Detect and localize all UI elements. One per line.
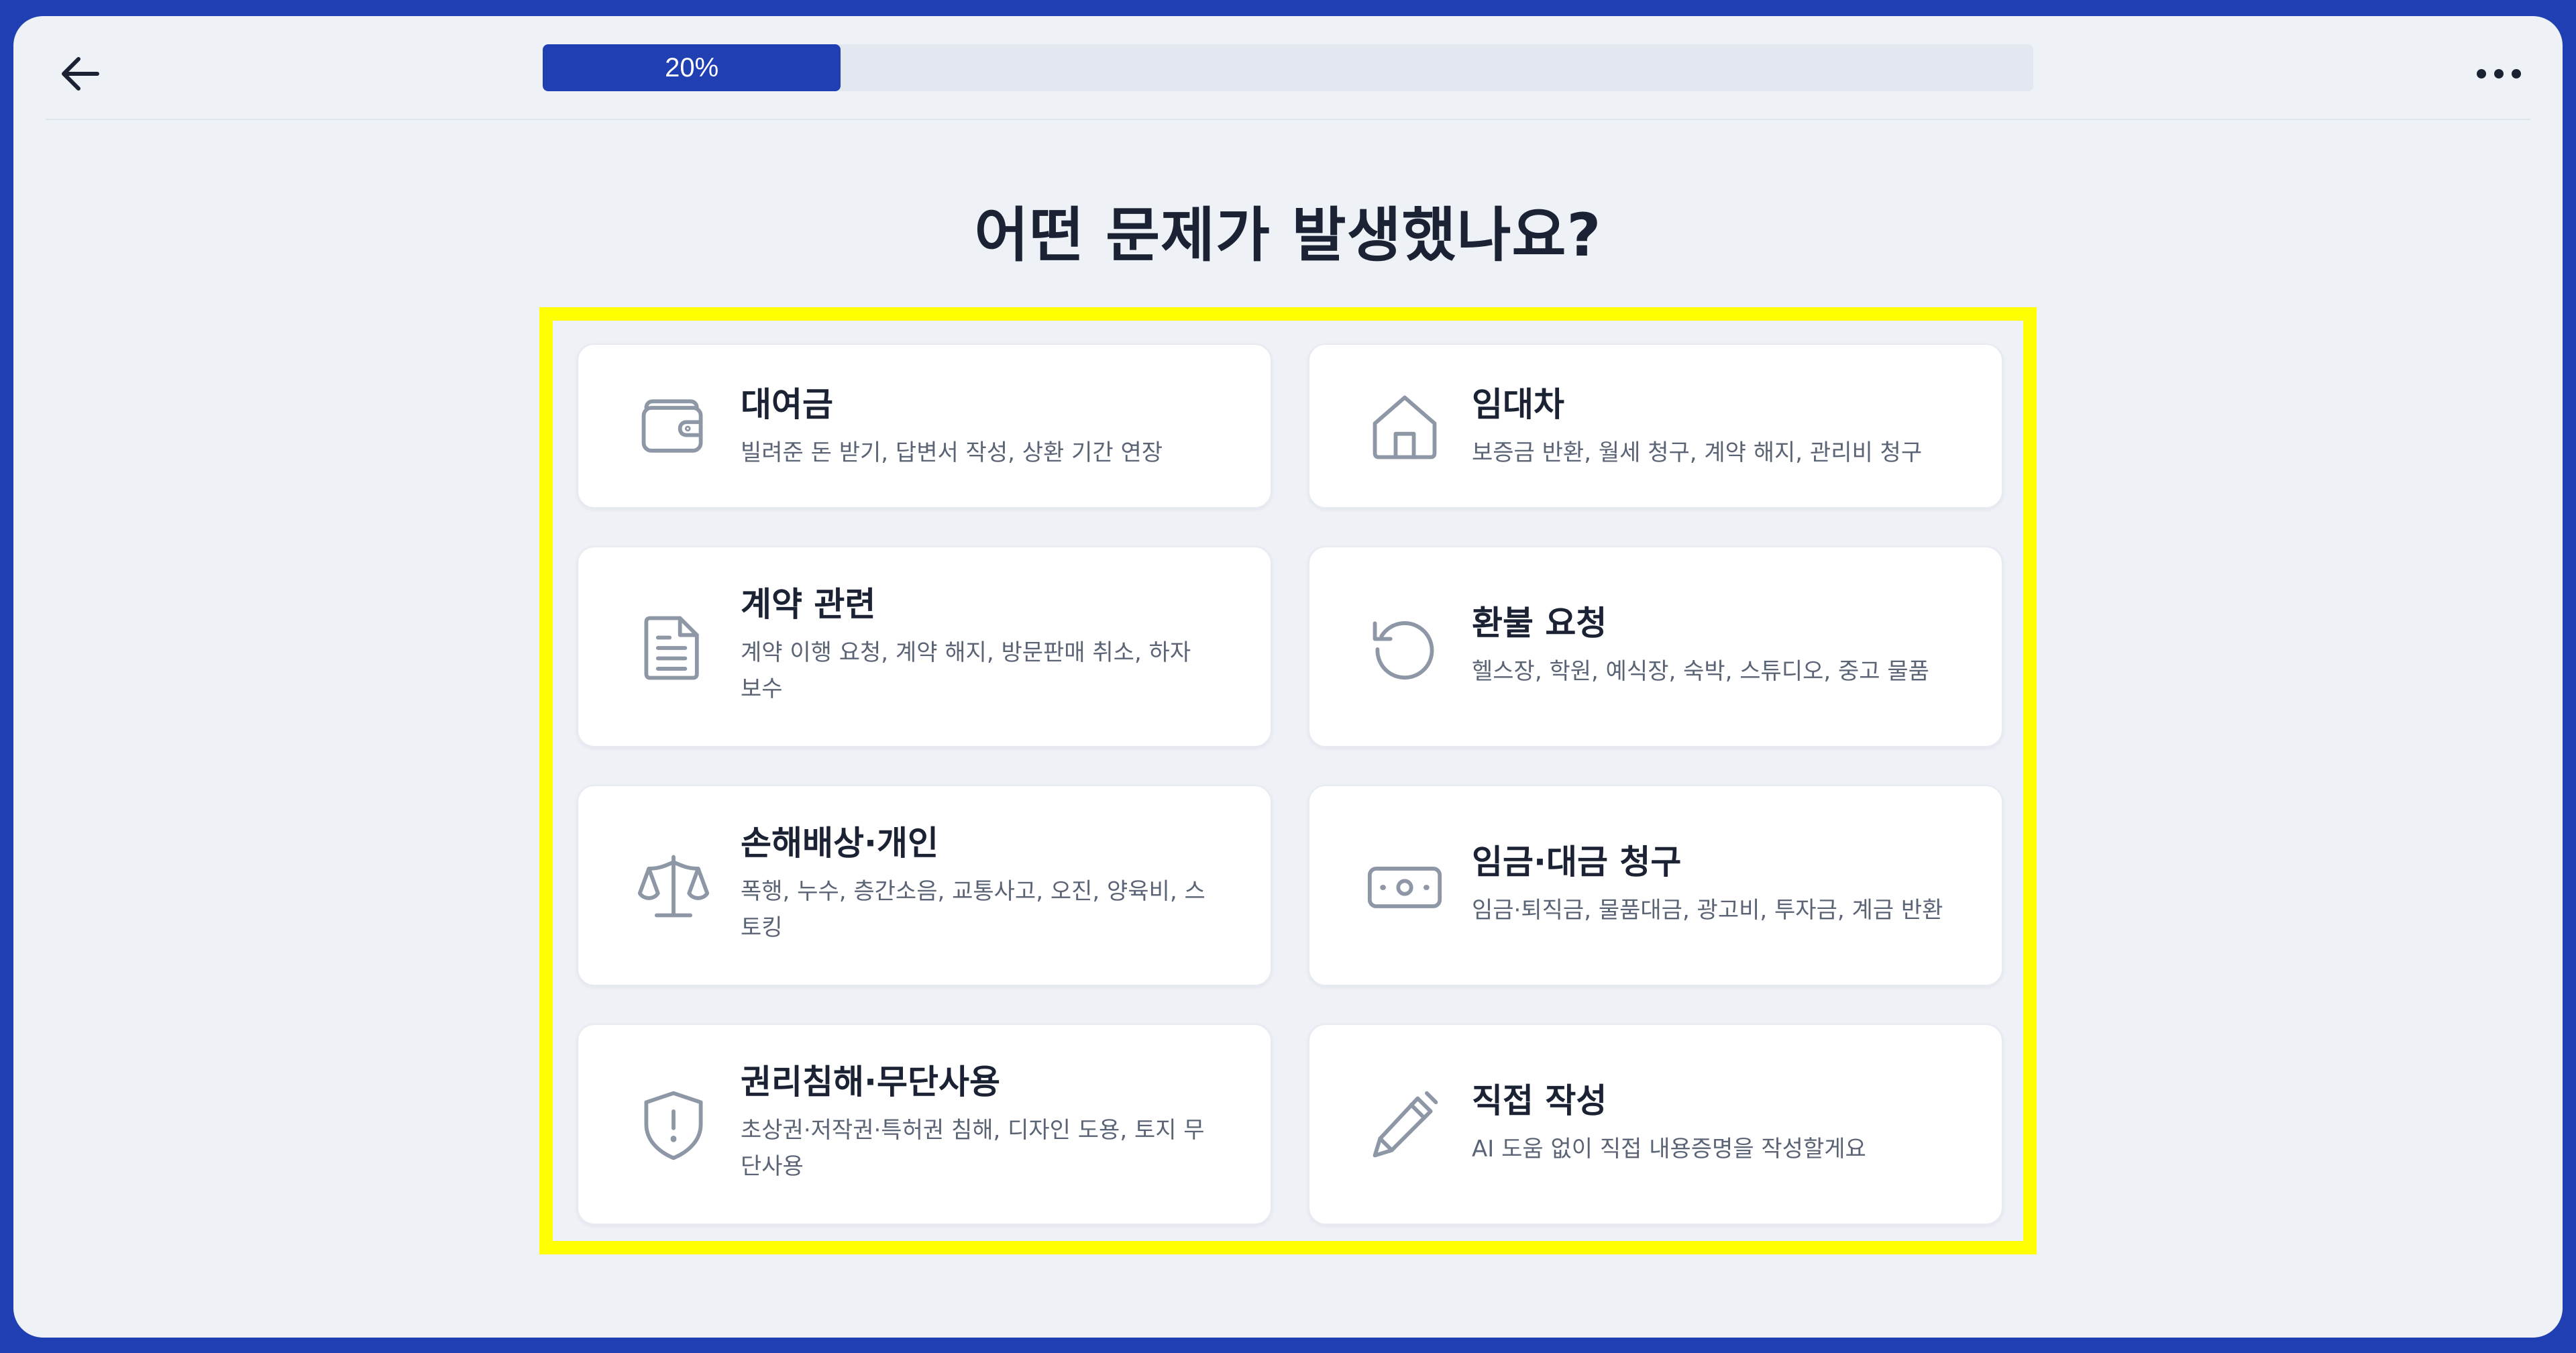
category-title: 임금·대금 청구 <box>1472 843 1682 881</box>
arrow-left-icon <box>62 57 99 91</box>
category-card-damages[interactable]: 손해배상·개인 폭행, 누수, 층간소음, 교통사고, 오진, 양육비, 스토킹 <box>577 785 1272 986</box>
category-title: 대여금 <box>741 385 833 424</box>
category-description: 보증금 반환, 월세 청구, 계약 해지, 관리비 청구 <box>1472 439 1923 466</box>
category-title: 손해배상·개인 <box>741 824 938 863</box>
house-icon <box>1366 388 1444 466</box>
shield-alert-icon <box>635 1087 712 1165</box>
more-horizontal-icon <box>2477 69 2521 78</box>
progress-label: 20% <box>665 52 719 83</box>
more-options-button[interactable] <box>2462 47 2536 101</box>
category-description: 빌려준 돈 받기, 답변서 작성, 상환 기간 연장 <box>741 439 1163 466</box>
category-title: 직접 작성 <box>1472 1081 1607 1120</box>
top-bar: 20% <box>13 16 2563 120</box>
category-description: 폭행, 누수, 층간소음, 교통사고, 오진, 양육비, 스토킹 <box>741 878 1205 941</box>
category-title: 계약 관련 <box>741 585 876 624</box>
category-card-contract[interactable]: 계약 관련 계약 이행 요청, 계약 해지, 방문판매 취소, 하자 보수 <box>577 546 1272 747</box>
document-icon <box>635 609 712 687</box>
back-button[interactable] <box>47 40 114 107</box>
app-frame: 20% 어떤 문제가 발생했나요? 대여금 빌려준 돈 받기, 답변서 작성, … <box>13 16 2563 1338</box>
refresh-icon <box>1366 609 1444 687</box>
header-divider <box>46 119 2530 120</box>
category-description: 계약 이행 요청, 계약 해지, 방문판매 취소, 하자 보수 <box>741 639 1191 702</box>
category-grid: 대여금 빌려준 돈 받기, 답변서 작성, 상환 기간 연장 임대차 보증금 반… <box>539 307 2037 1254</box>
category-title: 환불 요청 <box>1472 604 1607 643</box>
category-card-loan[interactable]: 대여금 빌려준 돈 받기, 답변서 작성, 상환 기간 연장 <box>577 343 1272 508</box>
progress-fill: 20% <box>543 44 841 91</box>
wallet-icon <box>635 388 712 466</box>
category-card-rights-infringement[interactable]: 권리침해·무단사용 초상권·저작권·특허권 침해, 디자인 도용, 토지 무단사… <box>577 1024 1272 1225</box>
category-description: 임금·퇴직금, 물품대금, 광고비, 투자금, 계금 반환 <box>1472 897 1943 924</box>
category-description: 헬스장, 학원, 예식장, 숙박, 스튜디오, 중고 물품 <box>1472 658 1929 685</box>
category-description: AI 도움 없이 직접 내용증명을 작성할게요 <box>1472 1136 1866 1162</box>
category-title: 권리침해·무단사용 <box>741 1063 1000 1101</box>
category-title: 임대차 <box>1472 385 1564 424</box>
category-description: 초상권·저작권·특허권 침해, 디자인 도용, 토지 무단사용 <box>741 1117 1205 1180</box>
category-card-refund[interactable]: 환불 요청 헬스장, 학원, 예식장, 숙박, 스튜디오, 중고 물품 <box>1308 546 2003 747</box>
scales-icon <box>635 848 712 926</box>
progress-bar: 20% <box>543 44 2033 91</box>
category-card-write-manually[interactable]: 직접 작성 AI 도움 없이 직접 내용증명을 작성할게요 <box>1308 1024 2003 1225</box>
pencil-icon <box>1366 1087 1444 1165</box>
page-title: 어떤 문제가 발생했나요? <box>974 201 1602 270</box>
category-card-wage-claim[interactable]: 임금·대금 청구 임금·퇴직금, 물품대금, 광고비, 투자금, 계금 반환 <box>1308 785 2003 986</box>
category-card-lease[interactable]: 임대차 보증금 반환, 월세 청구, 계약 해지, 관리비 청구 <box>1308 343 2003 508</box>
banknote-icon <box>1366 848 1444 926</box>
